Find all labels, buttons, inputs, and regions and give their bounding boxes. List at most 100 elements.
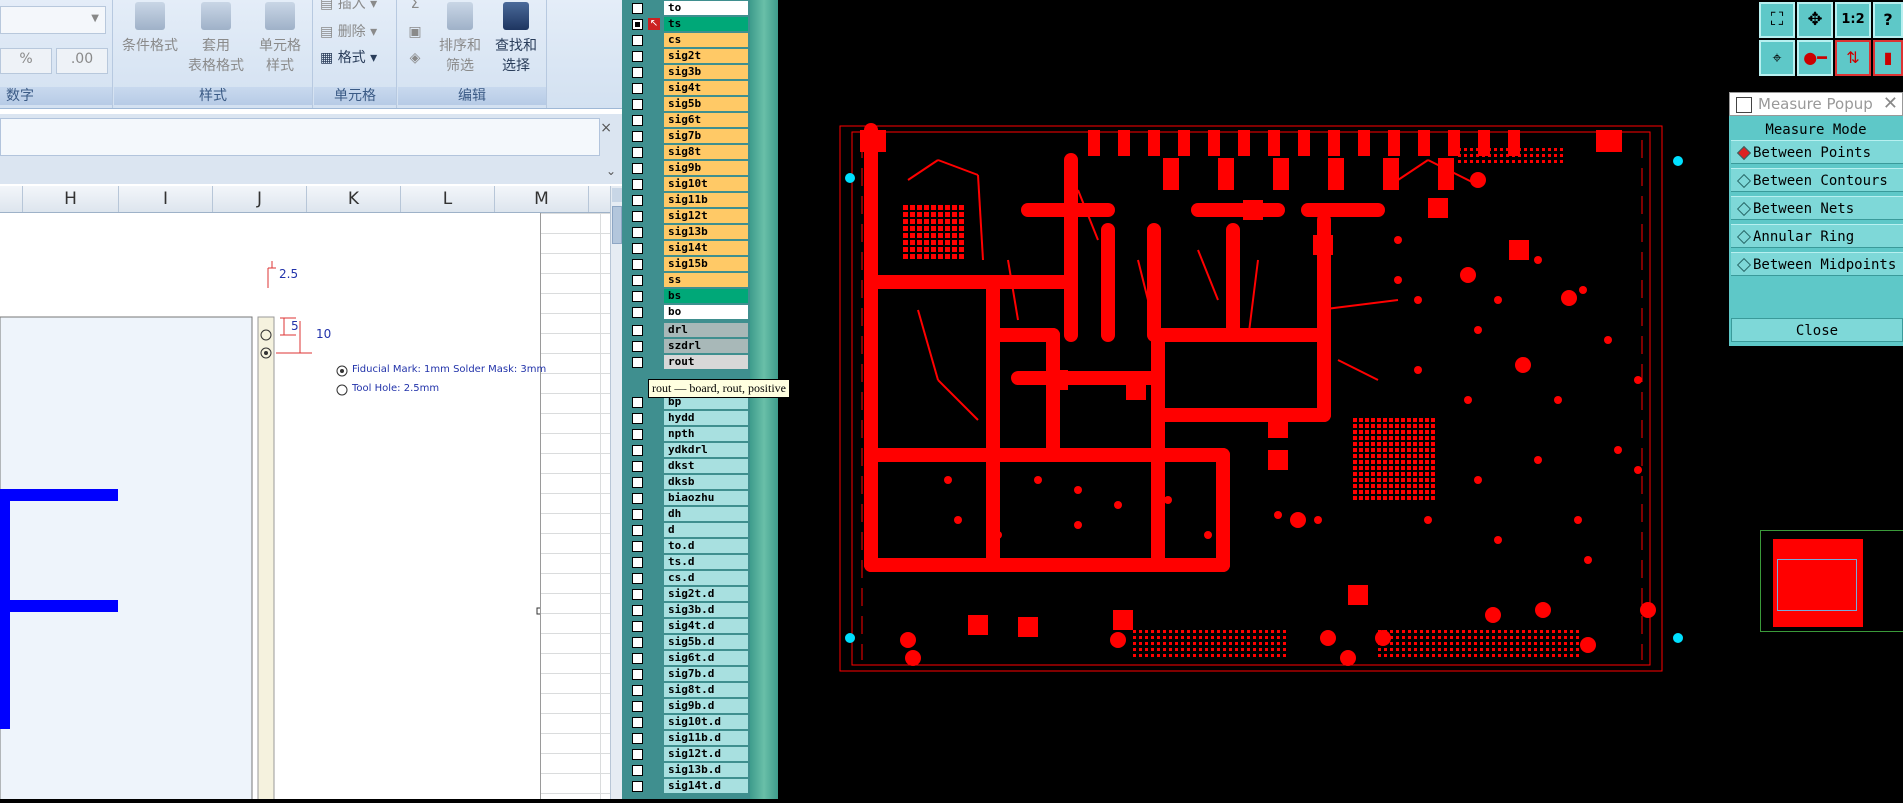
option-between-midpoints[interactable]: Between Midpoints [1731, 252, 1903, 276]
layer-name[interactable]: szdrl [664, 339, 748, 353]
layer-name[interactable]: sig4t.d [664, 619, 748, 633]
layer-row[interactable]: sig3b.d [622, 603, 750, 618]
cell-style-button[interactable]: 单元格 样式 [250, 2, 310, 76]
layer-row[interactable]: rout [622, 355, 750, 370]
layer-name[interactable]: rout [664, 355, 748, 369]
close-icon[interactable]: ✕ [1883, 93, 1898, 115]
find-select-button[interactable]: 查找和 选择 [488, 2, 544, 76]
layer-row[interactable]: sig12t.d [622, 747, 750, 762]
layer-checkbox[interactable] [632, 35, 643, 46]
insert-button[interactable]: ▤ 插入 ▾ [320, 0, 394, 14]
layer-checkbox[interactable] [632, 179, 643, 190]
layer-name[interactable]: ts [664, 17, 748, 31]
option-annular-ring[interactable]: Annular Ring [1731, 224, 1903, 248]
layer-row[interactable]: sig9b [622, 161, 750, 176]
column-header-i[interactable]: I [119, 186, 213, 212]
layer-name[interactable]: sig8t [664, 145, 748, 159]
layer-row[interactable]: sig6t [622, 113, 750, 128]
clear-button[interactable]: ◈ [404, 48, 426, 68]
option-between-contours[interactable]: Between Contours [1731, 168, 1903, 192]
layer-checkbox[interactable] [632, 163, 643, 174]
layer-name[interactable]: sig5b.d [664, 635, 748, 649]
layer-row[interactable]: d [622, 523, 750, 538]
layer-checkbox[interactable] [632, 83, 643, 94]
scroll-up-arrow[interactable] [612, 188, 622, 202]
column-header-h[interactable]: H [23, 186, 119, 212]
layer-name[interactable]: ydkdrl [664, 443, 748, 457]
layer-row[interactable]: sig6t.d [622, 651, 750, 666]
layer-checkbox[interactable] [632, 637, 643, 648]
layer-checkbox[interactable] [632, 765, 643, 776]
layer-name[interactable]: sig2t [664, 49, 748, 63]
conditional-format-button[interactable]: 条件格式 [118, 2, 182, 56]
layer-row[interactable]: to.d [622, 539, 750, 554]
layer-row[interactable]: szdrl [622, 339, 750, 354]
layer-row[interactable]: sig10t [622, 177, 750, 192]
layer-name[interactable]: sig4t [664, 81, 748, 95]
layer-checkbox[interactable] [632, 291, 643, 302]
layer-row[interactable]: sig5b [622, 97, 750, 112]
layer-checkbox[interactable] [632, 259, 643, 270]
layer-checkbox[interactable] [632, 461, 643, 472]
layer-row[interactable]: to [622, 1, 750, 16]
layer-row[interactable]: sig2t [622, 49, 750, 64]
layer-checkbox[interactable] [632, 67, 643, 78]
layer-name[interactable]: cs.d [664, 571, 748, 585]
layer-row[interactable]: sig15b [622, 257, 750, 272]
column-header-l[interactable]: L [401, 186, 495, 212]
layer-name[interactable]: sig12t.d [664, 747, 748, 761]
close-button[interactable]: Close [1731, 318, 1903, 342]
layer-name[interactable]: sig3b.d [664, 603, 748, 617]
layer-checkbox[interactable] [632, 341, 643, 352]
overview-preview[interactable] [1760, 530, 1903, 632]
layer-checkbox[interactable] [632, 493, 643, 504]
layer-name[interactable]: sig14t [664, 241, 748, 255]
option-between-points[interactable]: Between Points [1731, 140, 1903, 164]
layer-row[interactable]: sig4t.d [622, 619, 750, 634]
layer-name[interactable]: sig13b.d [664, 763, 748, 777]
layer-row[interactable]: sig8t.d [622, 683, 750, 698]
layer-row[interactable]: sig5b.d [622, 635, 750, 650]
layer-row[interactable]: sig11b.d [622, 731, 750, 746]
close-icon[interactable]: × [600, 120, 612, 136]
layer-row[interactable]: cs [622, 33, 750, 48]
option-between-nets[interactable]: Between Nets [1731, 196, 1903, 220]
center-view-button[interactable]: ✥ [1797, 2, 1833, 38]
table-format-button[interactable]: 套用 表格格式 [184, 2, 248, 76]
layer-checkbox[interactable] [632, 51, 643, 62]
sort-filter-button[interactable]: 排序和 筛选 [436, 2, 484, 76]
layer-checkbox[interactable] [632, 275, 643, 286]
percent-button[interactable]: % [0, 48, 52, 74]
layer-checkbox[interactable] [632, 749, 643, 760]
layer-row[interactable]: sig7b [622, 129, 750, 144]
scroll-thumb[interactable] [612, 206, 622, 244]
layer-checkbox[interactable] [632, 211, 643, 222]
layer-name[interactable]: sig11b [664, 193, 748, 207]
layer-row[interactable]: dksb [622, 475, 750, 490]
layer-row[interactable]: sig14t.d [622, 779, 750, 794]
layer-checkbox[interactable] [632, 147, 643, 158]
embedded-drawing[interactable]: 2.5 5 10 Fiducial Mark: 1mm Solder Mask:… [0, 213, 546, 799]
layer-checkbox[interactable] [632, 685, 643, 696]
layer-row[interactable]: dh [622, 507, 750, 522]
zoom-ratio-button[interactable]: 1:2 [1835, 2, 1871, 38]
layer-row[interactable]: sig12t [622, 209, 750, 224]
layer-checkbox[interactable] [632, 573, 643, 584]
fill-button[interactable]: ▣ [404, 22, 426, 42]
resize-handle[interactable] [536, 607, 544, 615]
layer-checkbox[interactable] [632, 733, 643, 744]
layer-checkbox[interactable] [632, 557, 643, 568]
layer-checkbox[interactable] [632, 541, 643, 552]
layer-name[interactable]: drl [664, 323, 748, 337]
format-button[interactable]: ▦ 格式 ▾ [320, 48, 394, 68]
layer-row[interactable]: bs [622, 289, 750, 304]
layer-name[interactable]: ss [664, 273, 748, 287]
layer-row[interactable]: ss [622, 273, 750, 288]
layer-checkbox[interactable] [632, 227, 643, 238]
layer-name[interactable]: sig6t.d [664, 651, 748, 665]
preview-viewport[interactable] [1777, 559, 1857, 611]
layer-name[interactable]: ts.d [664, 555, 748, 569]
layer-checkbox[interactable] [632, 131, 643, 142]
layer-name[interactable]: cs [664, 33, 748, 47]
layer-row[interactable]: bo [622, 305, 750, 320]
